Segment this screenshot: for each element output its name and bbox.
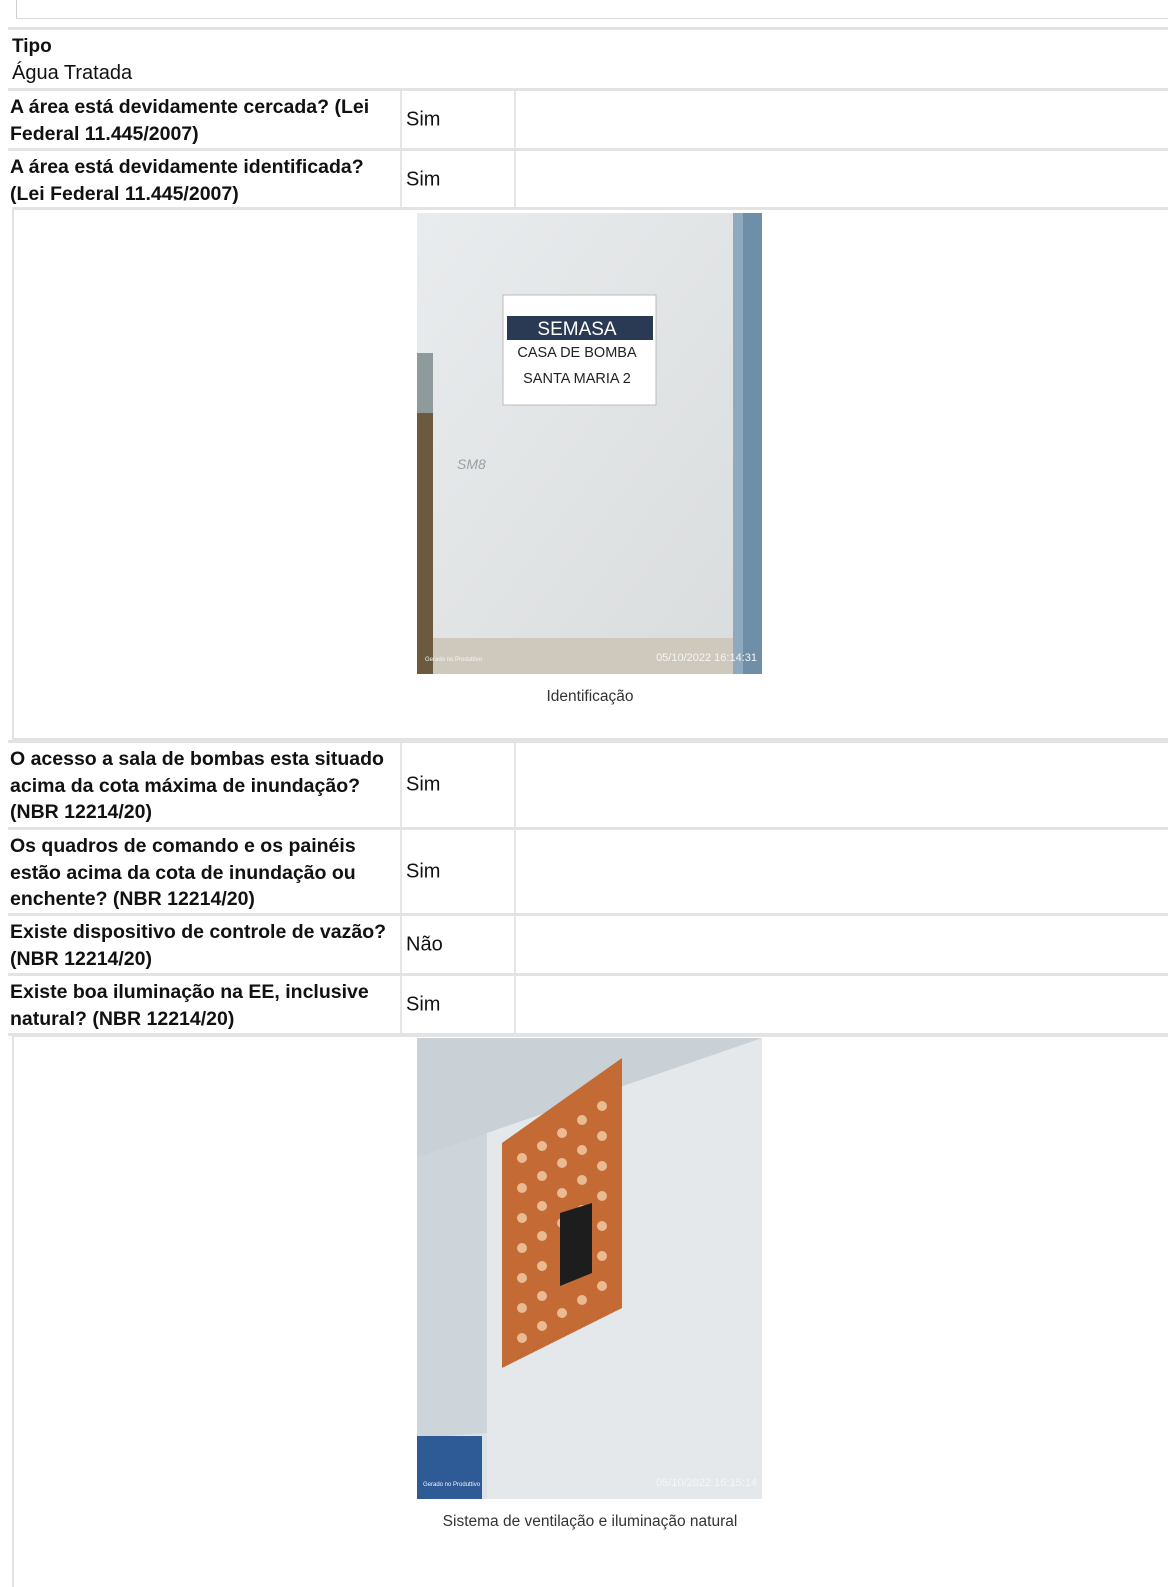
question-text: Existe boa iluminação na EE, inclusive n… — [10, 981, 369, 1030]
photo-caption: Identificação — [546, 688, 634, 705]
question-text: A área está devidamente cercada? (Lei Fe… — [10, 96, 370, 145]
divider — [16, 0, 17, 18]
answer-cell: Sim — [400, 151, 516, 208]
question-text: O acesso a sala de bombas esta situado a… — [10, 748, 384, 823]
question-text: A área está devidamente identificada? (L… — [10, 156, 364, 205]
tipo-label: Tipo — [12, 36, 52, 57]
sign-line: CASA DE BOMBA — [517, 345, 637, 361]
identification-photo: SEMASA CASA DE BOMBA SANTA MARIA 2 SM8 G… — [417, 213, 762, 674]
answer-text: Sim — [406, 860, 441, 883]
answer-text: Sim — [406, 993, 441, 1015]
answer-text: Sim — [406, 168, 441, 190]
table-row: Os quadros de comando e os painéis estão… — [8, 827, 1168, 914]
wall-sign-image: SEMASA CASA DE BOMBA SANTA MARIA 2 SM8 G… — [417, 213, 762, 674]
table-row: A área está devidamente cercada? (Lei Fe… — [8, 88, 1168, 148]
photo-section-ventilacao: Gerado no Produttivo 05/10/2022 16:15:14… — [12, 1034, 1168, 1587]
question-text: Os quadros de comando e os painéis estão… — [10, 835, 356, 910]
question-text: Existe dispositivo de controle de vazão?… — [10, 921, 387, 970]
photo-watermark: Gerado no Produttivo — [423, 1482, 481, 1488]
photo-watermark: Gerado no Produttivo — [425, 657, 483, 663]
photo-caption: Sistema de ventilação e iluminação natur… — [442, 1513, 738, 1530]
photo-timestamp: 05/10/2022 16:14:31 — [656, 652, 757, 664]
sign-line: SANTA MARIA 2 — [523, 371, 631, 387]
tipo-value: Água Tratada — [12, 62, 133, 84]
answer-text: Sim — [406, 108, 441, 130]
answer-cell: Sim — [400, 830, 516, 914]
answer-text: Não — [406, 933, 443, 955]
top-border — [0, 0, 1168, 24]
photo-section-identificacao: SEMASA CASA DE BOMBA SANTA MARIA 2 SM8 G… — [12, 207, 1168, 741]
table-row: A área está devidamente identificada? (L… — [8, 148, 1168, 208]
wall-scribble: SM8 — [457, 456, 486, 472]
answer-cell: Sim — [400, 91, 516, 148]
photo-timestamp: 05/10/2022 16:15:14 — [656, 1477, 757, 1489]
sign-title: SEMASA — [537, 319, 617, 340]
tipo-section: Tipo Água Tratada — [8, 27, 1168, 92]
answer-cell: Sim — [400, 743, 516, 827]
answer-cell: Sim — [400, 976, 516, 1033]
window-grille-image: Gerado no Produttivo 05/10/2022 16:15:14 — [417, 1038, 762, 1499]
table-row: Existe boa iluminação na EE, inclusive n… — [8, 973, 1168, 1036]
answer-cell: Não — [400, 916, 516, 973]
table-row: Existe dispositivo de controle de vazão?… — [8, 913, 1168, 973]
answer-text: Sim — [406, 773, 441, 796]
table-row: O acesso a sala de bombas esta situado a… — [8, 740, 1168, 827]
divider — [16, 18, 1168, 19]
ventilation-photo: Gerado no Produttivo 05/10/2022 16:15:14 — [417, 1038, 762, 1499]
